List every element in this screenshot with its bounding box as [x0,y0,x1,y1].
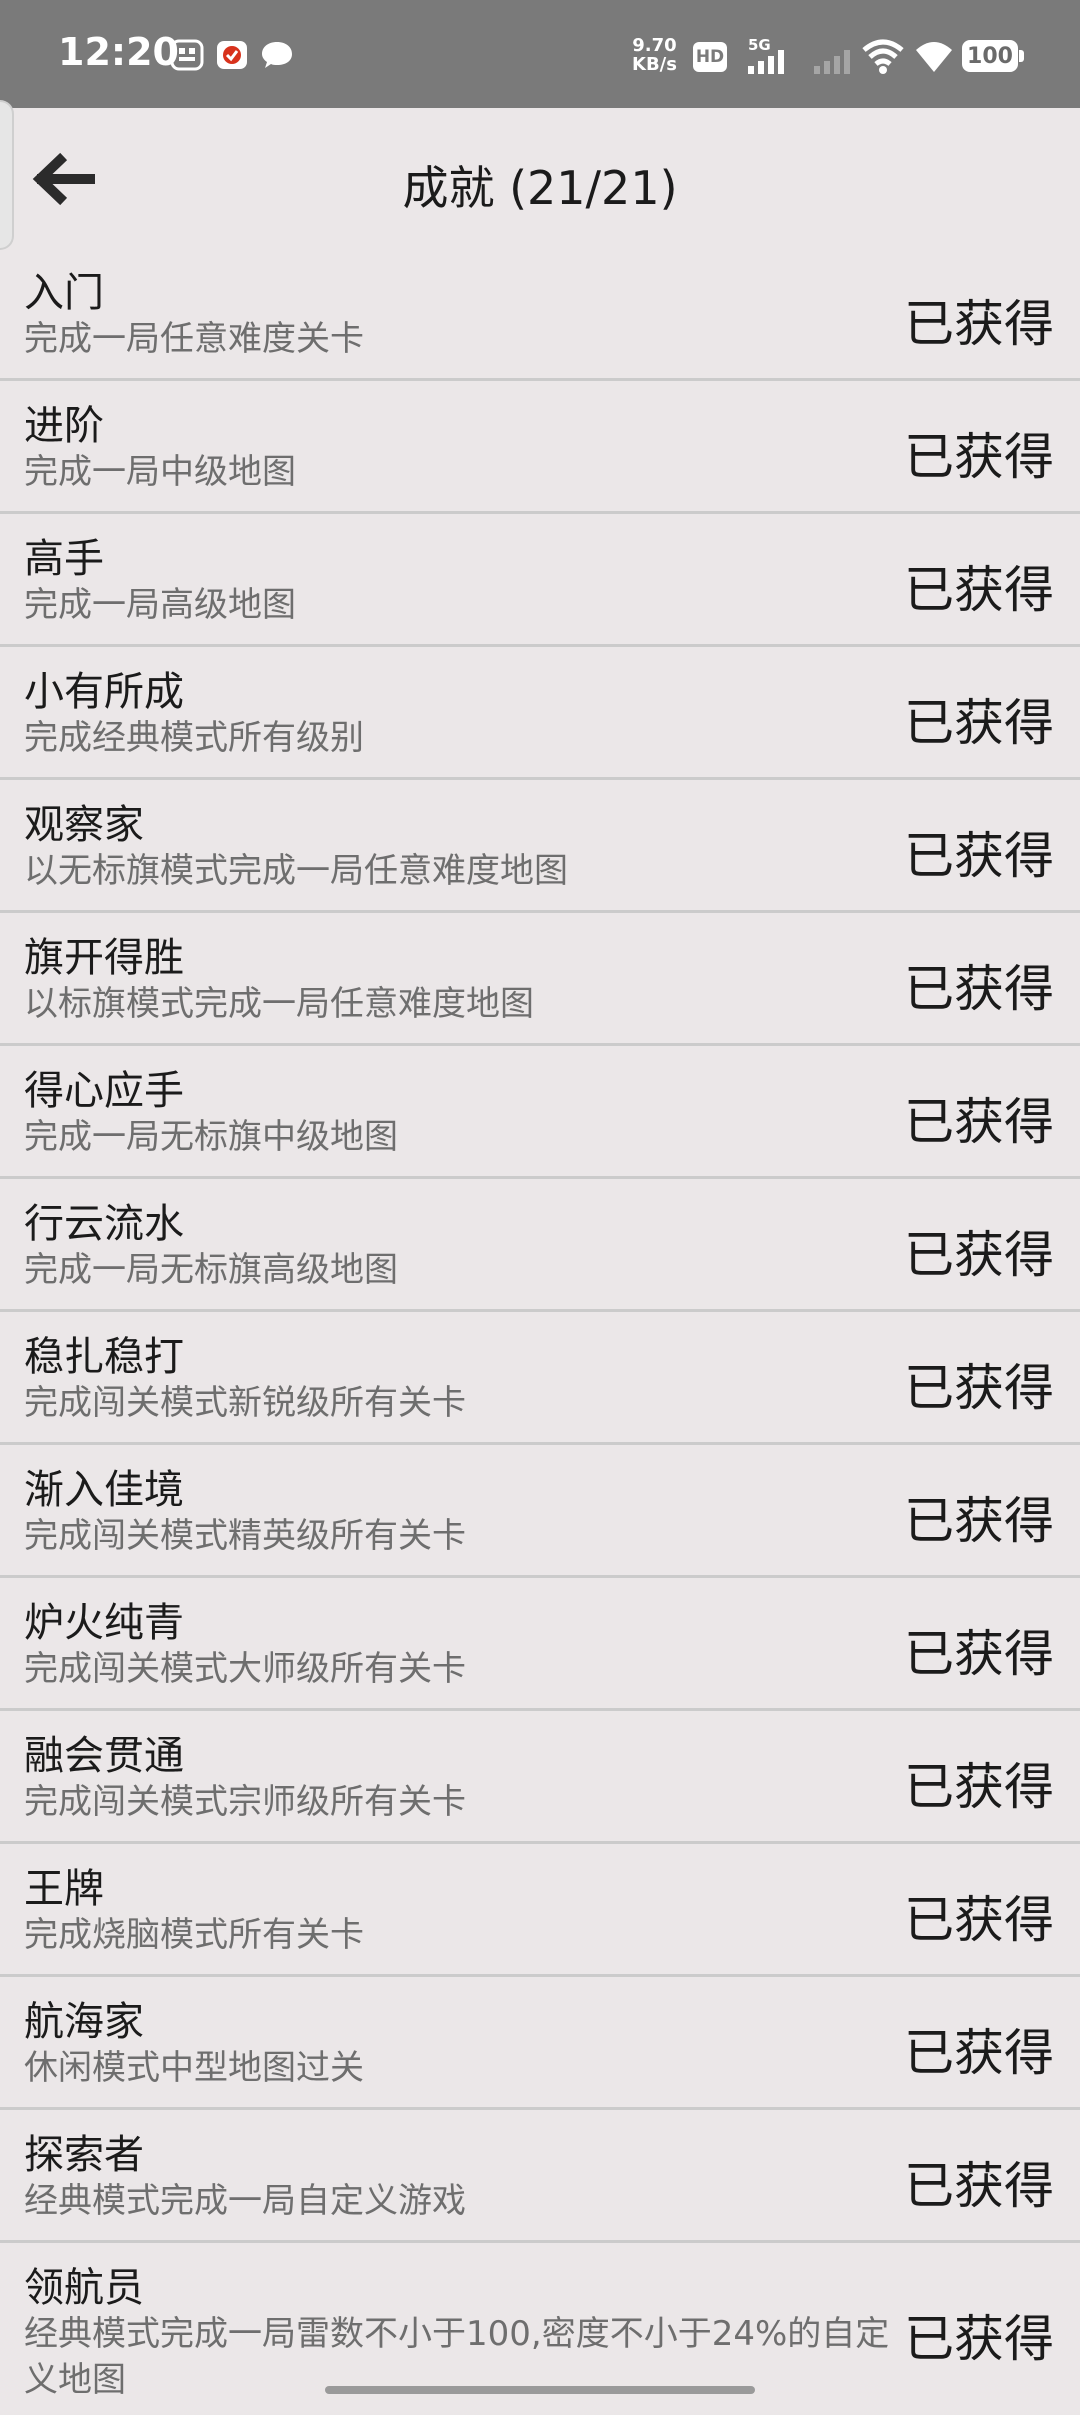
achievement-desc: 完成一局高级地图 [24,585,296,625]
achievement-status: 已获得 [904,2310,1054,2368]
achievement-status: 已获得 [904,2157,1054,2215]
hd-label: HD [695,47,725,67]
achievement-row[interactable]: 探索者 经典模式完成一局自定义游戏 已获得 [0,2110,1080,2243]
net-speed-unit: KB/s [632,54,677,75]
achievement-desc: 完成经典模式所有级别 [24,718,364,758]
achievement-row[interactable]: 进阶 完成一局中级地图 已获得 [0,381,1080,514]
achievement-desc: 完成一局无标旗高级地图 [24,1250,398,1290]
achievement-name: 旗开得胜 [24,935,184,981]
net-speed-value: 9.70 [632,35,677,56]
achievement-row[interactable]: 王牌 完成烧脑模式所有关卡 已获得 [0,1844,1080,1977]
achievement-status: 已获得 [904,827,1054,885]
achievement-list: 入门 完成一局任意难度关卡 已获得 进阶 完成一局中级地图 已获得 高手 完成一… [0,248,1080,2415]
status-time: 12:20 [58,30,179,74]
achievement-desc: 休闲模式中型地图过关 [24,2048,364,2088]
achievement-desc: 经典模式完成一局自定义游戏 [24,2181,466,2221]
achievement-name: 稳扎稳打 [24,1334,184,1380]
home-indicator[interactable] [325,2386,755,2394]
wifi-icon [916,42,952,72]
achievement-name: 炉火纯青 [24,1600,184,1646]
achievement-status: 已获得 [904,1891,1054,1949]
achievement-desc: 完成闯关模式宗师级所有关卡 [24,1782,466,1822]
achievement-name: 得心应手 [24,1068,184,1114]
achievement-name: 王牌 [24,1866,104,1912]
achievement-status: 已获得 [904,1226,1054,1284]
achievement-desc: 完成一局无标旗中级地图 [24,1117,398,1157]
achievement-status: 已获得 [904,2024,1054,2082]
achievement-name: 融会贯通 [24,1733,184,1779]
achievement-row[interactable]: 航海家 休闲模式中型地图过关 已获得 [0,1977,1080,2110]
signal-weak-icon [814,50,850,74]
achievement-name: 小有所成 [24,669,184,715]
achievement-row[interactable]: 行云流水 完成一局无标旗高级地图 已获得 [0,1179,1080,1312]
scanner-app-icon [170,39,204,71]
achievement-name: 探索者 [24,2132,144,2178]
achievement-desc: 完成闯关模式精英级所有关卡 [24,1516,466,1556]
achievement-desc: 完成一局中级地图 [24,452,296,492]
achievement-row[interactable]: 稳扎稳打 完成闯关模式新锐级所有关卡 已获得 [0,1312,1080,1445]
page-title: 成就 (21/21) [402,161,678,215]
achievement-status: 已获得 [904,1093,1054,1151]
news-app-icon [217,41,247,69]
achievement-status: 已获得 [904,1625,1054,1683]
achievement-row[interactable]: 入门 完成一局任意难度关卡 已获得 [0,248,1080,381]
achievement-name: 领航员 [24,2265,144,2311]
achievement-row[interactable]: 炉火纯青 完成闯关模式大师级所有关卡 已获得 [0,1578,1080,1711]
wifi-calling-icon [862,39,904,74]
achievement-status: 已获得 [904,1758,1054,1816]
achievement-row[interactable]: 融会贯通 完成闯关模式宗师级所有关卡 已获得 [0,1711,1080,1844]
achievement-desc: 以无标旗模式完成一局任意难度地图 [24,851,568,891]
achievement-name: 进阶 [24,403,104,449]
achievement-name: 渐入佳境 [24,1467,184,1513]
battery-icon: 100 [962,40,1018,72]
achievement-status: 已获得 [904,428,1054,486]
achievement-desc: 完成闯关模式新锐级所有关卡 [24,1383,466,1423]
achievement-status: 已获得 [904,561,1054,619]
app-bar: 成就 (21/21) [0,108,1080,248]
hd-icon: HD [693,42,727,72]
achievement-row[interactable]: 小有所成 完成经典模式所有级别 已获得 [0,647,1080,780]
signal-strength-icon [748,50,784,74]
net-speed-indicator: 9.70 KB/s [632,36,677,74]
achievement-name: 航海家 [24,1999,144,2045]
achievement-desc: 完成闯关模式大师级所有关卡 [24,1649,466,1689]
message-icon [262,42,292,68]
achievement-row[interactable]: 渐入佳境 完成闯关模式精英级所有关卡 已获得 [0,1445,1080,1578]
battery-tip [1019,50,1024,62]
achievement-desc: 完成一局任意难度关卡 [24,319,364,359]
achievement-name: 入门 [24,270,104,316]
achievement-status: 已获得 [904,1492,1054,1550]
achievement-status: 已获得 [904,694,1054,752]
achievement-row[interactable]: 旗开得胜 以标旗模式完成一局任意难度地图 已获得 [0,913,1080,1046]
battery-level: 100 [967,44,1013,69]
achievement-desc: 完成烧脑模式所有关卡 [24,1915,364,1955]
status-bar: 12:20 9.70 KB/s HD 5G 100 [0,0,1080,108]
achievement-status: 已获得 [904,960,1054,1018]
achievement-name: 高手 [24,536,104,582]
achievement-desc: 以标旗模式完成一局任意难度地图 [24,984,534,1024]
achievement-status: 已获得 [904,1359,1054,1417]
achievement-row[interactable]: 观察家 以无标旗模式完成一局任意难度地图 已获得 [0,780,1080,913]
achievement-name: 观察家 [24,802,144,848]
achievement-name: 行云流水 [24,1201,184,1247]
achievement-status: 已获得 [904,295,1054,353]
achievement-row[interactable]: 高手 完成一局高级地图 已获得 [0,514,1080,647]
achievement-row[interactable]: 得心应手 完成一局无标旗中级地图 已获得 [0,1046,1080,1179]
